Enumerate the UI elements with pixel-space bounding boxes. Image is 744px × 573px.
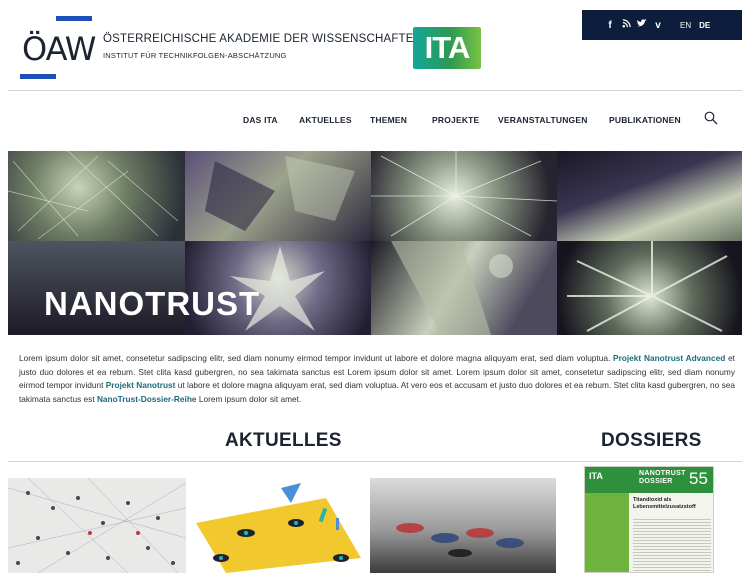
ita-logo[interactable]: ITA — [413, 27, 481, 69]
dossier-brand: ITA — [589, 471, 603, 481]
intro-text: Lorem ipsum dolor sit amet, consetetur s… — [19, 353, 614, 363]
nav-item-themen[interactable]: THEMEN — [370, 115, 407, 125]
news-section-heading: AKTUELLES — [225, 430, 342, 451]
rss-icon[interactable] — [618, 19, 634, 31]
institution-name: ÖSTERREICHISCHE AKADEMIE DER WISSENSCHAF… — [103, 33, 423, 45]
hero-image-tile — [557, 151, 742, 241]
language-en-link[interactable]: EN — [680, 21, 691, 30]
dossier-text-lines — [633, 517, 711, 572]
hero-banner: NANOTRUST — [8, 151, 742, 335]
nav-item-projekte[interactable]: PROJEKTE — [432, 115, 479, 125]
project-nanotrust-advanced-link[interactable]: Projekt Nanotrust Advanced — [613, 353, 725, 363]
header-divider — [8, 90, 742, 91]
dossiers-section-heading: DOSSIERS — [601, 430, 702, 451]
intro-paragraph: Lorem ipsum dolor sit amet, consetetur s… — [19, 352, 735, 407]
project-nanotrust-link[interactable]: Projekt Nanotrust — [106, 380, 176, 390]
institute-name: INSTITUT FÜR TECHNIKFOLGEN-ABSCHÄTZUNG — [103, 51, 287, 60]
hero-image-tile — [185, 151, 371, 241]
hero-title: NANOTRUST — [44, 285, 261, 322]
logo-accent-bar — [20, 74, 56, 79]
dossier-number: 55 — [689, 469, 708, 488]
hero-image-tile — [371, 241, 557, 335]
search-icon[interactable] — [704, 111, 718, 125]
facebook-icon[interactable]: f — [602, 20, 618, 31]
oeaw-logo[interactable]: ÖAW — [18, 14, 96, 80]
news-card-image[interactable] — [370, 478, 556, 573]
logo-accent-bar — [56, 16, 92, 21]
nav-item-veranstaltungen[interactable]: VERANSTALTUNGEN — [498, 115, 588, 125]
dossier-series-link[interactable]: NanoTrust-Dossier-Reihe — [97, 394, 197, 404]
oeaw-logo-text: ÖAW — [22, 30, 96, 68]
news-card-image[interactable] — [186, 478, 370, 573]
main-navigation: DAS ITA AKTUELLES THEMEN PROJEKTE VERANS… — [0, 111, 744, 129]
language-de-link[interactable]: DE — [699, 21, 710, 30]
hero-image-tile — [557, 241, 742, 335]
nav-item-publikationen[interactable]: PUBLIKATIONEN — [609, 115, 681, 125]
section-divider — [8, 461, 742, 462]
twitter-icon[interactable] — [634, 19, 650, 31]
dossier-sidebar — [585, 493, 629, 572]
nav-item-aktuelles[interactable]: AKTUELLES — [299, 115, 352, 125]
social-language-bar: f v EN DE — [582, 10, 742, 40]
vimeo-icon[interactable]: v — [650, 20, 666, 31]
nav-item-das-ita[interactable]: DAS ITA — [243, 115, 278, 125]
news-card-image[interactable] — [8, 478, 186, 573]
hero-image-tile — [8, 151, 185, 241]
intro-text: Lorem ipsum dolor sit amet. — [196, 394, 302, 405]
dossier-series: NANOTRUST DOSSIER — [639, 470, 686, 485]
dossier-cover[interactable]: ITA NANOTRUST DOSSIER 55 Titandioxid als… — [584, 466, 714, 573]
dossier-title: Titandioxid als Lebensmittelzusatzstoff — [633, 497, 696, 510]
hero-image-tile — [371, 151, 557, 241]
